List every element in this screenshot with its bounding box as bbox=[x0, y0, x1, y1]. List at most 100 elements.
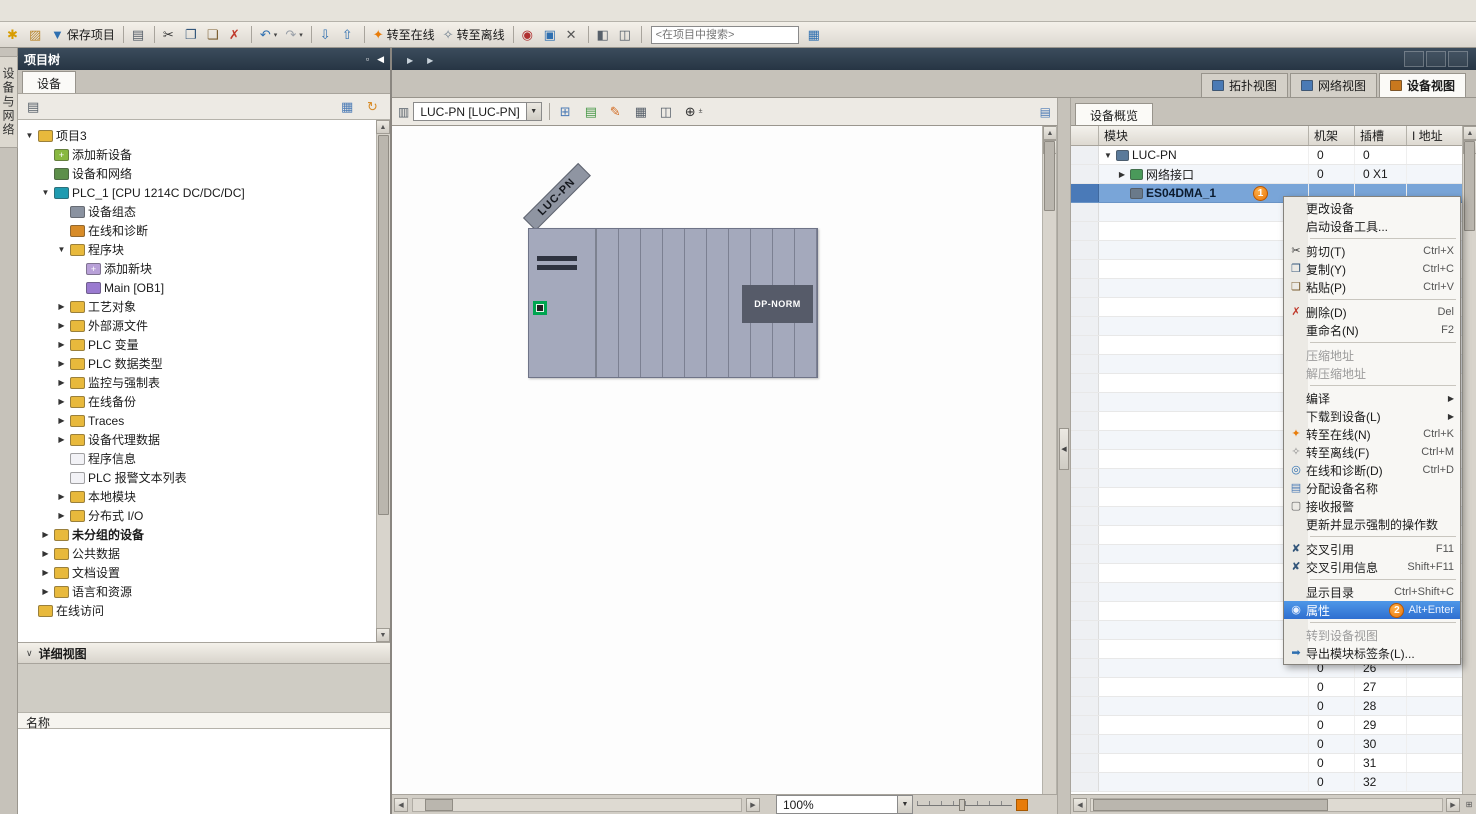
expand-arrow-icon[interactable]: ▼ bbox=[56, 245, 67, 254]
scroll-up-icon[interactable]: ▲ bbox=[376, 120, 390, 134]
download-to-device-icon[interactable]: ⇩ ▾ bbox=[317, 25, 337, 45]
expand-arrow-icon[interactable]: ▶ bbox=[56, 416, 67, 425]
tree-filter-icon[interactable]: ▤ bbox=[24, 97, 44, 117]
tree-item[interactable]: ▶ 在线备份 bbox=[18, 392, 390, 411]
tree-item[interactable]: 设备和网络 bbox=[18, 164, 390, 183]
tree-item[interactable]: ▶ PLC 变量 bbox=[18, 335, 390, 354]
collapse-panel-icon[interactable]: ◀ bbox=[377, 54, 384, 65]
device-canvas[interactable]: LUC-PN DP-NORM ▲ ▼ bbox=[392, 126, 1057, 794]
copy-icon[interactable]: ❐ ▾ bbox=[182, 25, 202, 45]
save-project-button[interactable]: ▼ 保存项目 ▾ bbox=[48, 25, 118, 45]
expand-arrow-icon[interactable]: ▶ bbox=[56, 340, 67, 349]
delete-icon[interactable]: ✗ ▾ bbox=[226, 25, 246, 45]
expand-arrow-icon[interactable]: ▶ bbox=[40, 587, 51, 596]
highlight-pen-icon[interactable]: ✎ ± bbox=[607, 102, 627, 122]
scrollbar-thumb[interactable] bbox=[378, 135, 389, 515]
module-rack-slots[interactable]: DP-NORM bbox=[597, 229, 817, 377]
tree-item[interactable]: ▶ PLC 数据类型 bbox=[18, 354, 390, 373]
context-menu-item[interactable]: 更新并显示强制的操作数 ▶ bbox=[1284, 515, 1460, 533]
zoom-slider[interactable] bbox=[917, 798, 1012, 812]
scroll-down-icon[interactable]: ▼ bbox=[376, 628, 390, 642]
tab-devices[interactable]: 设备 bbox=[22, 71, 76, 93]
overview-row[interactable]: 0 27 bbox=[1071, 678, 1462, 697]
context-menu-item[interactable]: ✦ 转至在线(N) Ctrl+K ▶ bbox=[1284, 425, 1460, 443]
context-menu-item[interactable]: 压缩地址 ▶ bbox=[1284, 346, 1460, 364]
expand-arrow-icon[interactable]: ▶ bbox=[56, 378, 67, 387]
menu-item[interactable] bbox=[40, 8, 58, 14]
context-menu-item[interactable]: ➡ 导出模块标签条(L)... ▶ bbox=[1284, 644, 1460, 662]
detail-name-column-header[interactable]: 名称 bbox=[18, 712, 390, 729]
canvas-vertical-scrollbar[interactable]: ▲ ▼ bbox=[1042, 126, 1056, 794]
expand-arrow-icon[interactable]: ▶ bbox=[56, 302, 67, 311]
column-view-icon[interactable]: ▦ bbox=[338, 97, 358, 117]
context-menu-item[interactable]: 解压缩地址 ▶ bbox=[1284, 364, 1460, 382]
column-header-slot[interactable]: 插槽 bbox=[1355, 126, 1407, 145]
expand-arrow-icon[interactable]: ▶ bbox=[1117, 170, 1127, 179]
context-menu-item[interactable]: ✗ 删除(D) Del ▶ bbox=[1284, 303, 1460, 321]
go-offline-button[interactable]: ✧ 转至离线 ▾ bbox=[440, 25, 508, 45]
menu-item[interactable] bbox=[22, 8, 40, 14]
detail-view-header[interactable]: ∨ 详细视图 bbox=[18, 642, 390, 664]
context-menu-item[interactable]: ◎ 在线和诊断(D) Ctrl+D ▶ bbox=[1284, 461, 1460, 479]
expand-arrow-icon[interactable]: ▶ bbox=[56, 397, 67, 406]
show-portal-view-icon[interactable]: ▦ bbox=[805, 25, 825, 45]
expand-arrow-icon[interactable]: ▶ bbox=[56, 359, 67, 368]
LUC-PN[interactable]: ▼ LUC-PN 0 0 bbox=[1071, 146, 1462, 165]
scroll-up-icon[interactable]: ▲ bbox=[1043, 126, 1057, 140]
overview-row[interactable]: 0 30 bbox=[1071, 735, 1462, 754]
context-menu-item[interactable]: 启动设备工具... ▶ bbox=[1284, 217, 1460, 235]
tree-item[interactable]: ▶ 本地模块 bbox=[18, 487, 390, 506]
menu-item[interactable] bbox=[130, 8, 148, 14]
expand-arrow-icon[interactable]: ▶ bbox=[40, 568, 51, 577]
tree-item[interactable]: ▼ 程序块 bbox=[18, 240, 390, 259]
horizontal-scrollbar[interactable] bbox=[412, 798, 742, 812]
new-project-icon[interactable]: ✱ ▾ bbox=[4, 25, 24, 45]
assign-device-name-icon[interactable]: ▤ ± bbox=[582, 102, 602, 122]
column-header-module[interactable]: 模块 bbox=[1099, 126, 1309, 145]
tree-item[interactable]: ▼ 项目3 bbox=[18, 126, 390, 145]
zoom-icon[interactable]: ⊕ ± bbox=[682, 102, 706, 122]
expand-arrow-icon[interactable]: ▶ bbox=[56, 321, 67, 330]
column-header-i-address[interactable]: I 地址 bbox=[1407, 126, 1462, 145]
collapse-overview-icon[interactable]: ◀ bbox=[1059, 428, 1069, 470]
grid-icon[interactable]: ▦ ± bbox=[632, 102, 652, 122]
menu-item[interactable] bbox=[94, 8, 112, 14]
split-editor-horizontal-icon[interactable]: ◧ ▾ bbox=[594, 25, 614, 45]
go-online-button[interactable]: ✦ 转至在线 ▾ bbox=[370, 25, 438, 45]
tree-item[interactable]: ▼ PLC_1 [CPU 1214C DC/DC/DC] bbox=[18, 183, 390, 202]
context-menu-item[interactable]: ▤ 分配设备名称 ▶ bbox=[1284, 479, 1460, 497]
scrollbar-thumb[interactable] bbox=[425, 799, 453, 811]
context-menu-item[interactable]: ✘ 交叉引用 F11 ▶ bbox=[1284, 540, 1460, 558]
close-button[interactable] bbox=[1448, 51, 1468, 67]
tree-item[interactable]: + 添加新设备 bbox=[18, 145, 390, 164]
minimize-button[interactable] bbox=[1404, 51, 1424, 67]
page-preview-icon[interactable]: ▤ bbox=[1040, 105, 1051, 119]
context-menu-item[interactable]: ❐ 复制(Y) Ctrl+C ▶ bbox=[1284, 260, 1460, 278]
zoom-level-dropdown[interactable]: 100% ▼ bbox=[776, 795, 913, 814]
tab-device-overview[interactable]: 设备概览 bbox=[1075, 103, 1153, 125]
context-menu-item[interactable]: 重命名(N) F2 ▶ bbox=[1284, 321, 1460, 339]
column-header-rack[interactable]: 机架 bbox=[1309, 126, 1355, 145]
upload-from-device-icon[interactable]: ⇧ ▾ bbox=[339, 25, 359, 45]
expand-arrow-icon[interactable]: ▶ bbox=[40, 549, 51, 558]
scrollbar-thumb[interactable] bbox=[1044, 141, 1055, 211]
overview-row[interactable]: 0 28 bbox=[1071, 697, 1462, 716]
context-menu-item[interactable]: ✘ 交叉引用信息 Shift+F11 ▶ bbox=[1284, 558, 1460, 576]
tree-item[interactable]: + 添加新块 bbox=[18, 259, 390, 278]
tree-item[interactable]: Main [OB1] bbox=[18, 278, 390, 297]
expand-arrow-icon[interactable]: ▶ bbox=[56, 435, 67, 444]
scroll-left-icon[interactable]: ◀ bbox=[1073, 798, 1087, 812]
tree-scrollbar[interactable]: ▲ ▼ bbox=[376, 120, 390, 642]
undo-icon[interactable]: ↶ ▾ bbox=[257, 25, 280, 45]
breadcrumb-item[interactable] bbox=[400, 52, 420, 66]
sidebar-tab-devices-networks[interactable]: 设备与网络 bbox=[0, 56, 18, 148]
columns-icon[interactable]: ◫ ± bbox=[657, 102, 677, 122]
context-menu-item[interactable]: ▢ 接收报警 ▶ bbox=[1284, 497, 1460, 515]
tree-item[interactable]: ▶ 未分组的设备 bbox=[18, 525, 390, 544]
restore-button[interactable] bbox=[1426, 51, 1446, 67]
corner-resize-icon[interactable]: ⊞ bbox=[1462, 794, 1476, 814]
menu-item[interactable] bbox=[148, 8, 166, 14]
tab-network-view[interactable]: 网络视图 bbox=[1290, 73, 1377, 97]
remove-connection-icon[interactable]: ✕ ▾ bbox=[563, 25, 583, 45]
expand-arrow-icon[interactable]: ▼ bbox=[1103, 151, 1113, 160]
